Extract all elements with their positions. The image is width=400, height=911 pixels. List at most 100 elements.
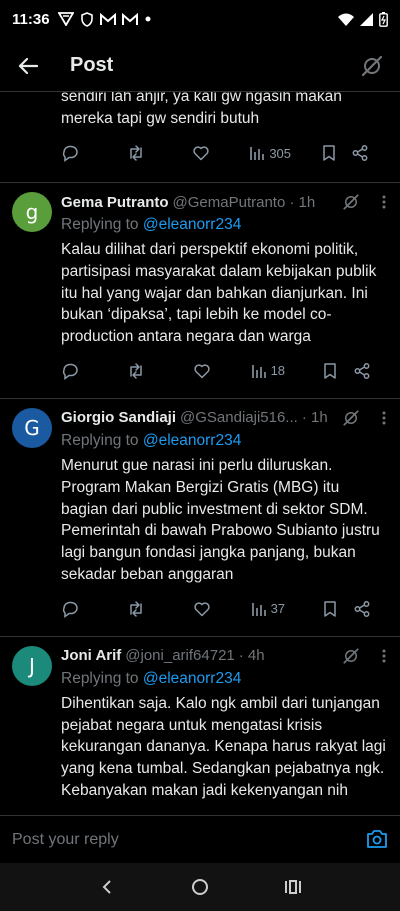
reply-input[interactable]: Post your reply [12,831,366,849]
mention-link[interactable]: @eleanorr234 [143,432,241,449]
tweet-text: sendiri lah anjir, ya kali gw ngasih mak… [61,92,342,127]
retweet-button[interactable] [127,144,193,162]
reply-button[interactable] [61,144,127,162]
reply-tweet[interactable]: g Gema Putranto @GemaPutranto · 1h Reply… [0,182,400,398]
reply-composer: Post your reply [0,815,400,863]
avatar[interactable]: g [12,192,52,232]
gmail-icon [99,12,116,25]
views-button[interactable]: 37 [250,600,322,618]
back-button[interactable] [16,54,40,78]
reply-button[interactable] [61,362,127,380]
share-icon [354,363,370,379]
like-button[interactable] [192,144,248,162]
arrow-left-icon [18,57,38,74]
tweet-time: · 1h [301,409,328,427]
nav-recents-button[interactable] [278,872,308,902]
notification-icons [57,11,152,27]
more-options-icon[interactable] [382,195,386,209]
mention-link[interactable]: @eleanorr234 [143,216,241,233]
author-handle[interactable]: @joni_arif64721 [125,647,234,664]
reply-icon [62,145,78,162]
author-handle[interactable]: @GemaPutranto [173,194,286,211]
author-name[interactable]: Gema Putranto [61,194,169,211]
battery-icon [379,11,388,27]
shield-icon [80,11,93,27]
more-options-icon[interactable] [382,649,386,663]
reply-tweet[interactable]: G Giorgio Sandiaji @GSandiaji516... · 1h… [0,397,400,636]
replying-to: Replying to @eleanorr234 [61,215,386,235]
system-navigation-bar [0,863,400,911]
views-icon [251,364,266,378]
reply-tweet[interactable]: J Joni Arif @joni_arif64721 · 4h Replyin… [0,635,400,815]
chevron-left-icon [102,880,111,894]
views-count: 305 [269,145,292,161]
replying-to: Replying to @eleanorr234 [61,431,386,451]
mention-link[interactable]: @eleanorr234 [143,670,241,687]
grok-icon [361,55,383,76]
tweet-actions: 305 [61,138,384,168]
partial-tweet[interactable]: sendiri lah anjir, ya kali gw ngasih mak… [0,92,400,182]
author-handle[interactable]: @GSandiaji516... [180,409,298,426]
status-time: 11:36 [12,10,50,28]
nav-home-button[interactable] [185,872,215,902]
bookmark-button[interactable] [321,600,352,618]
views-count: 37 [270,601,286,617]
replies-feed[interactable]: sendiri lah anjir, ya kali gw ngasih mak… [0,92,400,815]
retweet-icon [129,145,142,161]
author-name[interactable]: Giorgio Sandiaji [61,409,176,426]
signal-icon [360,12,373,26]
reply-icon [62,363,78,380]
replying-label: Replying to [61,216,139,233]
replying-to: Replying to @eleanorr234 [61,669,386,689]
heart-icon [194,602,210,617]
tweet-time: · 1h [289,193,316,211]
views-count: 18 [270,363,286,379]
more-options-icon[interactable] [382,411,386,425]
status-bar: 11:36 [0,0,400,38]
reply-button[interactable] [61,600,127,618]
heart-icon [194,364,210,379]
retweet-button[interactable] [127,362,193,380]
gmail-icon [121,12,138,25]
heart-icon [193,146,209,161]
tweet-text: Menurut gue narasi ini perlu diluruskan.… [61,456,380,583]
views-button[interactable]: 305 [248,144,319,162]
views-button[interactable]: 18 [250,362,322,380]
grok-icon[interactable] [342,193,360,211]
bookmark-button[interactable] [321,362,352,380]
avatar[interactable]: J [12,645,52,686]
recents-icon [285,880,302,894]
camera-icon [367,829,387,848]
bookmark-icon [324,363,337,379]
home-circle-icon [191,879,208,895]
tweet-text: Dihentikan saja. Kalo ngk ambil dari tun… [61,694,386,799]
replying-label: Replying to [61,669,139,687]
share-button[interactable] [351,144,370,162]
grok-button[interactable] [360,54,384,78]
tweet-actions: 18 [61,356,386,386]
share-button[interactable] [353,600,372,618]
dot-icon [145,16,151,22]
retweet-button[interactable] [127,600,193,618]
reply-icon [62,601,78,618]
wifi-icon [338,13,354,26]
author-name[interactable]: Joni Arif [61,647,121,664]
tweet-time: · 4h [238,647,265,665]
grok-icon[interactable] [342,409,360,427]
bookmark-icon [323,145,335,161]
share-button[interactable] [353,362,372,380]
like-button[interactable] [193,600,249,618]
bookmark-icon [324,601,337,617]
bookmark-button[interactable] [320,144,351,162]
views-icon [250,147,265,160]
share-icon [354,600,370,617]
page-title: Post [70,54,114,76]
like-button[interactable] [193,362,249,380]
avatar[interactable]: G [12,407,52,448]
grok-icon[interactable] [342,647,360,665]
replying-label: Replying to [61,431,139,449]
vpn-icon [57,12,74,26]
camera-button[interactable] [366,829,388,851]
nav-back-button[interactable] [92,872,122,902]
tweet-actions: 37 [61,594,386,624]
